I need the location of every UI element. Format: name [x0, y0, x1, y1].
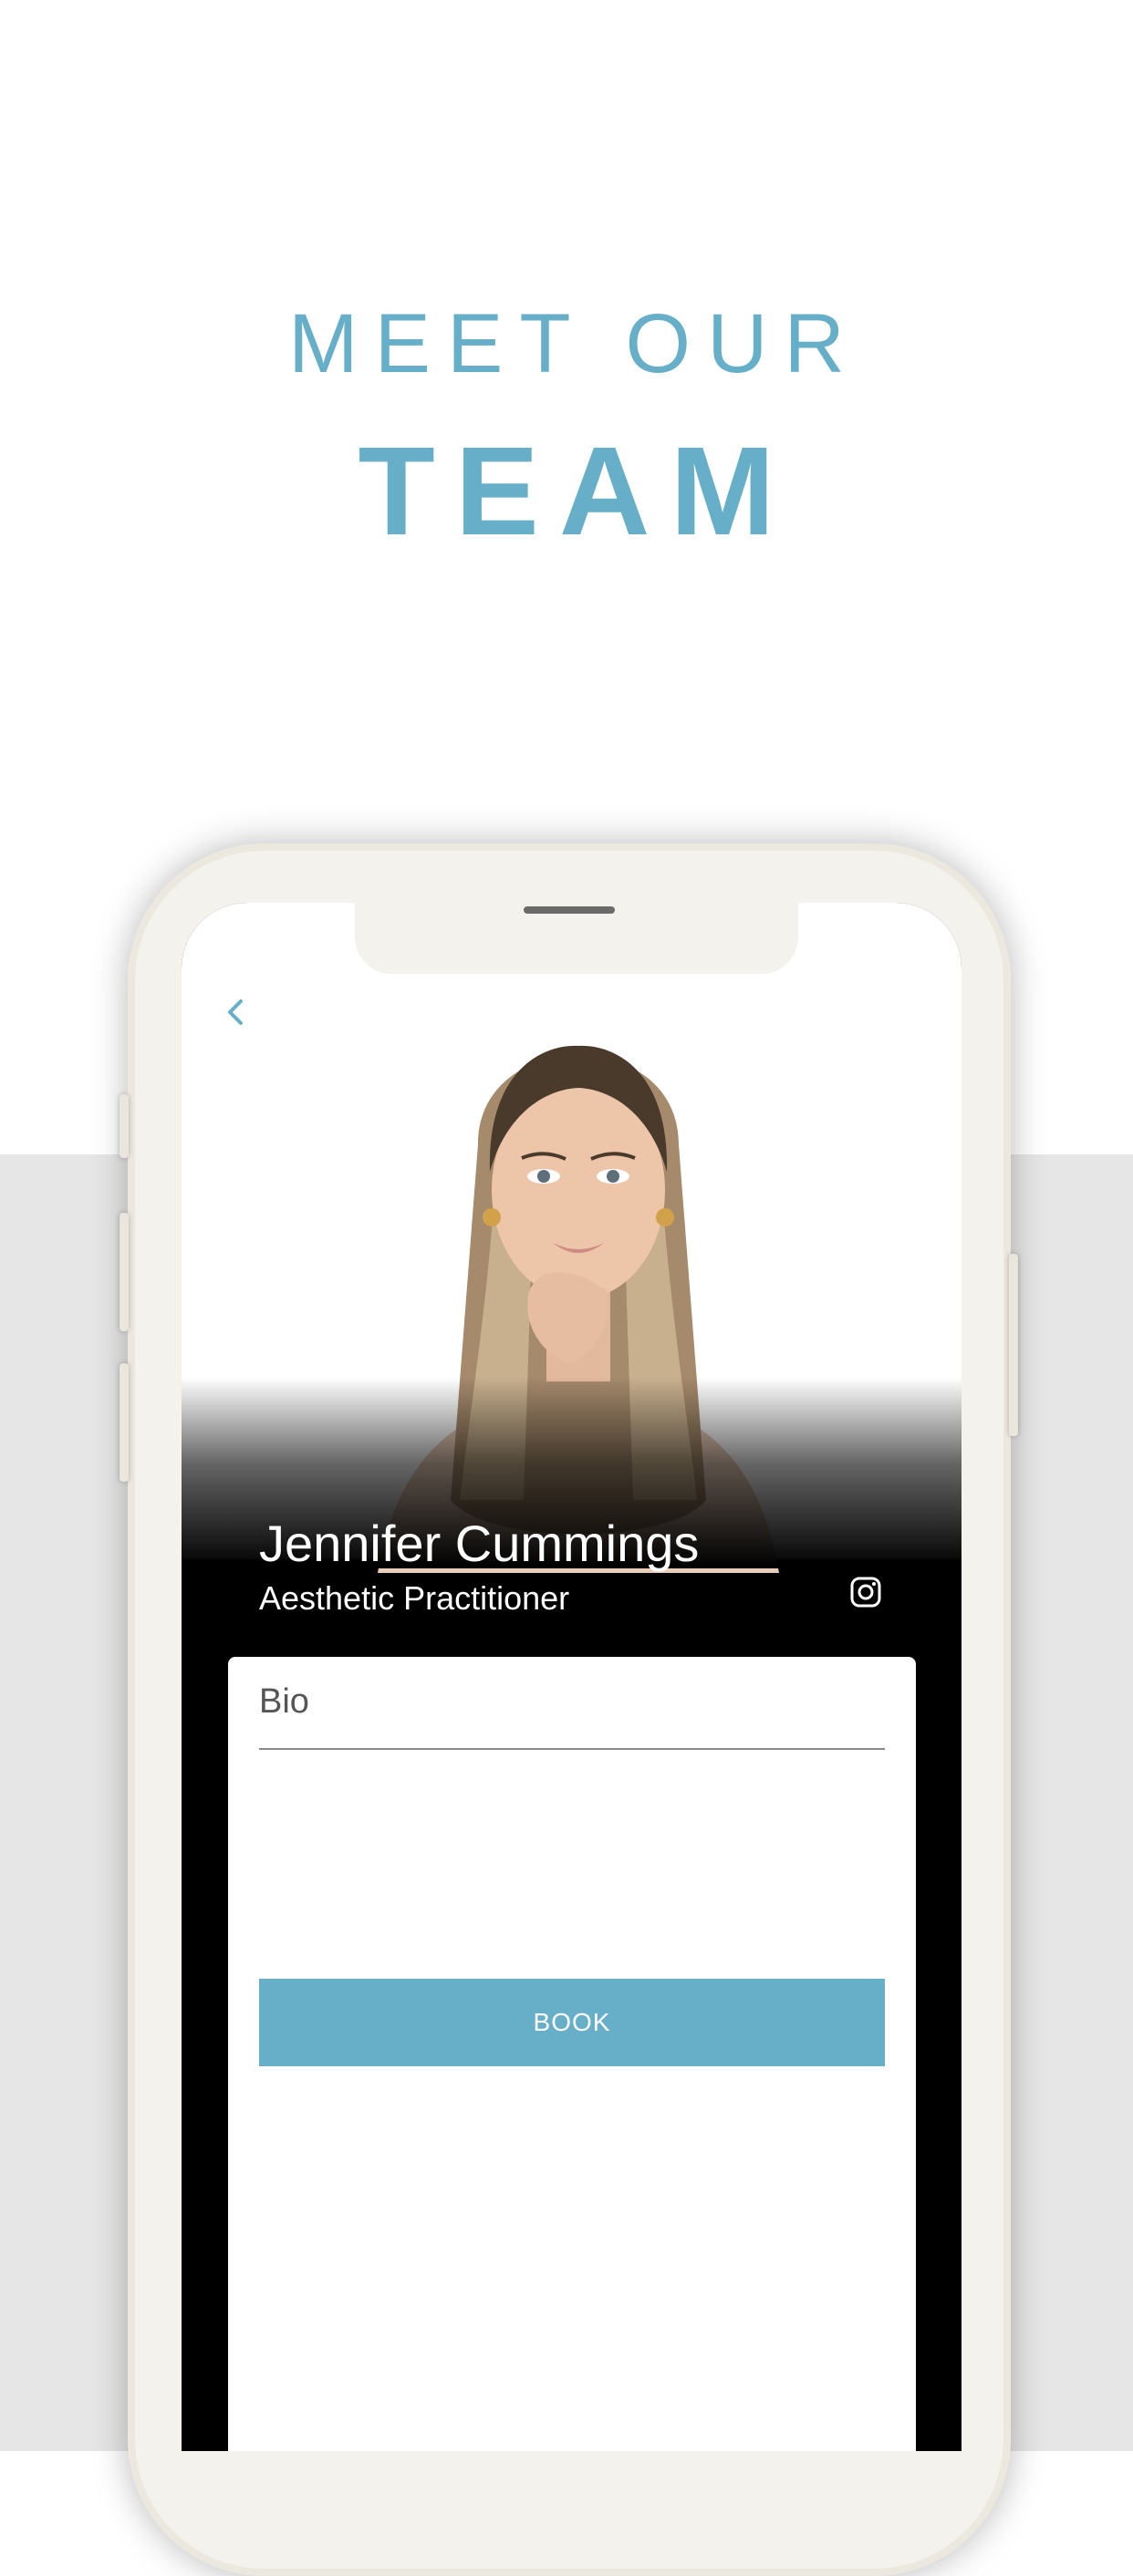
back-button[interactable]: [218, 994, 255, 1030]
instagram-icon[interactable]: [849, 1576, 882, 1609]
chevron-left-icon: [228, 999, 243, 1025]
bio-label: Bio: [259, 1682, 309, 1721]
phone-notch: [355, 903, 798, 974]
profile-photo-area: [182, 903, 961, 1573]
phone-speaker: [524, 906, 615, 914]
profile-name: Jennifer Cummings: [259, 1515, 700, 1572]
headline-team: TEAM: [358, 421, 795, 562]
profile-role: Aesthetic Practitioner: [259, 1579, 570, 1617]
phone-side-button-power: [1009, 1254, 1018, 1436]
bio-divider: [259, 1748, 885, 1750]
phone-screen: Jennifer Cummings Aesthetic Practitioner…: [182, 903, 961, 2451]
headline-meet-our: MEET OUR: [288, 297, 861, 390]
phone-side-button-volume-up: [120, 1213, 129, 1331]
bio-card: Bio BOOK: [228, 1657, 916, 2451]
phone-side-button-mute: [120, 1094, 129, 1158]
phone-side-button-volume-down: [120, 1363, 129, 1482]
book-button[interactable]: BOOK: [259, 1979, 885, 2066]
